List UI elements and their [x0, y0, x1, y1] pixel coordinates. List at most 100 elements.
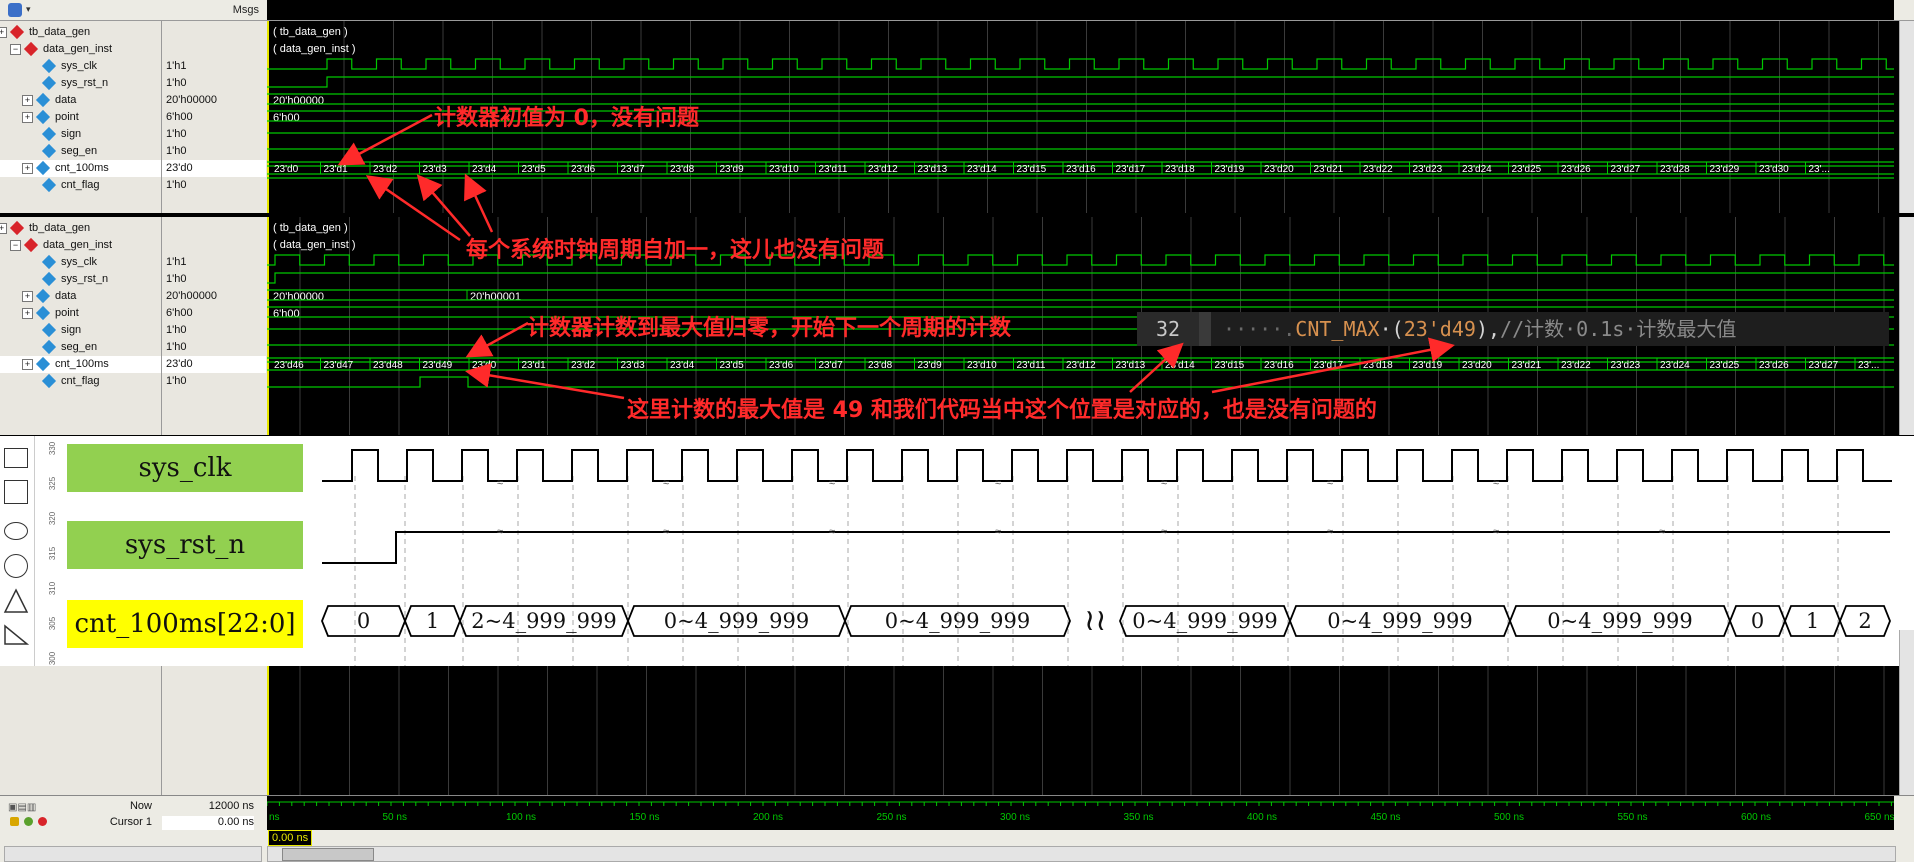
lock-icon[interactable]	[10, 817, 19, 826]
signal-row-sys-clk[interactable]: sys_clk	[0, 58, 161, 75]
bus-value-label: 1	[426, 609, 439, 633]
cnt-value-label: 23'd28	[1660, 164, 1690, 175]
panel1-vertical-scrollbar[interactable]	[1899, 21, 1914, 213]
wave-header-strip	[267, 0, 1894, 20]
signal-value	[162, 237, 266, 254]
dropdown-arrow-icon[interactable]: ▾	[26, 4, 31, 15]
signal-name: tb_data_gen	[29, 26, 91, 38]
signal-name: data	[55, 290, 77, 302]
signal-row-tb-data-gen[interactable]: + tb_data_gen	[0, 24, 161, 41]
cnt-value-label: 23'd0	[472, 360, 497, 371]
cnt-value-label: 23'd9	[720, 164, 745, 175]
cnt-value-label: 23'd47	[324, 360, 354, 371]
signal-row-sys-clk[interactable]: sys_clk	[0, 254, 161, 271]
bus-value-label: 0	[357, 609, 370, 633]
cnt-value-label: 23'...	[1858, 360, 1879, 371]
add-cursor-icon[interactable]	[24, 817, 33, 826]
cnt-value-label: 23'd4	[472, 164, 497, 175]
signal-value: 1'h0	[166, 179, 187, 191]
time-axis: ns 50 ns 100 ns 150 ns 200 ns 250 ns 300 ns 350…	[266, 796, 1895, 830]
signal-name: data_gen_inst	[43, 239, 113, 251]
wave-toolbar: ▾ Msgs	[0, 0, 1914, 21]
expand-toggle-icon[interactable]: +	[22, 95, 33, 106]
delete-cursor-icon[interactable]	[38, 817, 47, 826]
lower-wave-area[interactable]	[267, 666, 1894, 795]
horizontal-scroll-thumb[interactable]	[282, 848, 374, 861]
expand-toggle-icon[interactable]: +	[22, 359, 33, 370]
expand-toggle-icon[interactable]: +	[22, 291, 33, 302]
signal-icon	[41, 126, 57, 142]
expand-toggle-icon[interactable]: +	[22, 163, 33, 174]
wave-label: 20'h00000	[273, 291, 324, 303]
timing-sys-rst-n	[322, 531, 1890, 564]
lower-vertical-scrollbar[interactable]	[1899, 630, 1914, 795]
expand-toggle-icon[interactable]: +	[0, 27, 7, 38]
break-mark-icon: ≈	[995, 477, 1001, 489]
cnt-value-label: 23'd8	[670, 164, 695, 175]
signal-icon	[35, 305, 51, 321]
cnt-value-label: 23'd6	[769, 360, 794, 371]
signal-name: sys_rst_n	[61, 77, 109, 89]
cnt-value-label: 23'd5	[720, 360, 745, 371]
cnt-value-label: 23'd12	[868, 164, 898, 175]
signal-value: 1'h0	[166, 128, 187, 140]
signal-row-cnt-100ms[interactable]: + cnt_100ms	[0, 356, 161, 373]
signal-icon	[35, 92, 51, 108]
cnt-value-label: 23'd26	[1759, 360, 1789, 371]
signal-row-point[interactable]: + point	[0, 305, 161, 322]
code-gutter	[1199, 312, 1211, 346]
signal-row-data[interactable]: + data	[0, 288, 161, 305]
expand-toggle-icon[interactable]: −	[10, 240, 21, 251]
signal-row-data-gen-inst[interactable]: − data_gen_inst	[0, 41, 161, 58]
signal-row-cnt-flag[interactable]: cnt_flag	[0, 177, 161, 194]
bus-value-label: 0~4_999_999	[664, 609, 809, 633]
cursor-time-tag[interactable]: 0.00 ns	[268, 830, 313, 846]
annotation-increment: 每个系统时钟周期自加一，这儿也没有问题	[466, 238, 885, 263]
cnt-value-label: 23'd7	[621, 164, 646, 175]
instance-icon	[9, 220, 25, 236]
cnt-value-label: 23'd13	[1116, 360, 1146, 371]
expand-toggle-icon[interactable]: +	[22, 308, 33, 319]
signal-row-tb-data-gen[interactable]: + tb_data_gen	[0, 220, 161, 237]
signal-row-sys-rst-n[interactable]: sys_rst_n	[0, 75, 161, 92]
cnt-value-label: 23'd30	[1759, 164, 1789, 175]
signal-icon	[35, 356, 51, 372]
expand-toggle-icon[interactable]: +	[0, 223, 7, 234]
expand-toggle-icon[interactable]: +	[22, 112, 33, 123]
cnt-value-label: 23'd17	[1314, 360, 1344, 371]
break-mark-icon: ≈	[1493, 526, 1499, 538]
time-axis-label: 550 ns	[1618, 812, 1648, 823]
signal-row-data-gen-inst[interactable]: − data_gen_inst	[0, 237, 161, 254]
signal-row-seg-en[interactable]: seg_en	[0, 339, 161, 356]
signal-row-sign[interactable]: sign	[0, 126, 161, 143]
cnt-value-label: 23'd24	[1462, 164, 1492, 175]
panel2-vertical-scrollbar[interactable]	[1899, 217, 1914, 435]
cnt-value-label: 23'd3	[423, 164, 448, 175]
cnt-value-label: 23'd20	[1462, 360, 1492, 371]
signal-row-seg-en[interactable]: seg_en	[0, 143, 161, 160]
signal-row-data[interactable]: + data	[0, 92, 161, 109]
signal-name: cnt_100ms	[55, 162, 109, 174]
signal-row-cnt-100ms[interactable]: + cnt_100ms	[0, 160, 161, 177]
signal-row-cnt-flag[interactable]: cnt_flag	[0, 373, 161, 390]
instance-icon	[9, 24, 25, 40]
signal-value: 20'h00000	[166, 290, 218, 302]
horizontal-scrollbar-left[interactable]	[4, 846, 262, 862]
sys-rst-n-wave	[267, 272, 1894, 284]
expand-toggle-icon[interactable]: −	[10, 44, 21, 55]
time-axis-label: 450 ns	[1371, 812, 1401, 823]
horizontal-scrollbar[interactable]	[267, 846, 1896, 862]
app-icon[interactable]	[8, 3, 22, 17]
cursor-label: Cursor 1	[109, 816, 152, 828]
wave-label: ( data_gen_inst )	[273, 239, 356, 251]
signal-row-sys-rst-n[interactable]: sys_rst_n	[0, 271, 161, 288]
signal-value: 1'h0	[166, 145, 187, 157]
cnt-value-label: 23'd10	[769, 164, 799, 175]
panel2-value-column-lower	[161, 666, 267, 795]
signal-value: 1'h0	[166, 273, 187, 285]
signal-row-point[interactable]: + point	[0, 109, 161, 126]
signal-row-sign[interactable]: sign	[0, 322, 161, 339]
code-indent-dots: ·····.	[1223, 317, 1296, 341]
break-mark-icon: ≈	[1659, 526, 1665, 538]
msgs-header: Msgs	[232, 4, 259, 16]
